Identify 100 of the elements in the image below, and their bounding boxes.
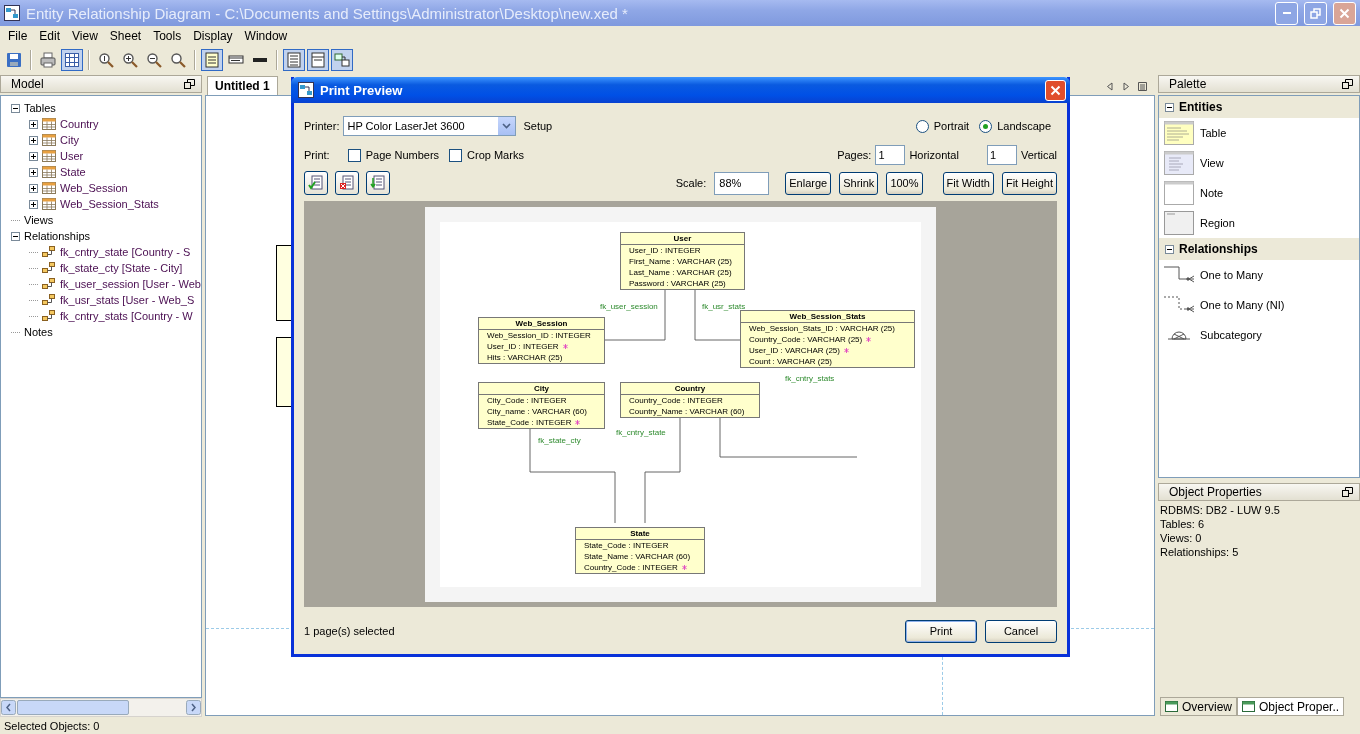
deselect-all-button[interactable] xyxy=(335,171,359,195)
menu-item[interactable]: Edit xyxy=(33,29,67,43)
section-title: Relationships xyxy=(1179,242,1258,256)
window-icon xyxy=(1242,701,1255,712)
tree-connector-line xyxy=(29,315,38,317)
tree-item[interactable]: City xyxy=(60,134,79,146)
tree-connector-line xyxy=(11,331,20,333)
menu-item[interactable]: Sheet xyxy=(103,29,148,43)
menu-item[interactable]: Display xyxy=(187,29,239,43)
tree-connector-line xyxy=(29,251,38,253)
document-tab[interactable]: Untitled 1 xyxy=(207,76,278,95)
palette-item[interactable]: Table xyxy=(1200,127,1227,139)
column-text: State_Code : INTEGER xyxy=(487,417,572,428)
collapse-icon[interactable] xyxy=(11,103,20,113)
dialog-button[interactable]: Cancel xyxy=(985,619,1057,643)
orientation-radio[interactable]: Portrait xyxy=(915,119,970,133)
print-option-checkbox[interactable]: Crop Marks xyxy=(449,148,524,162)
scrollbar-thumb[interactable] xyxy=(17,700,129,715)
tree-connector-line xyxy=(11,219,20,221)
palette-item[interactable]: View xyxy=(1200,157,1224,169)
dialog-button[interactable]: Print xyxy=(905,619,977,643)
horizontal-scrollbar[interactable] xyxy=(0,698,202,717)
tree-item[interactable]: fk_cntry_state [Country - S xyxy=(60,246,191,258)
column-text: Web_Session_ID : INTEGER xyxy=(487,330,591,341)
tree-item[interactable]: Relationships xyxy=(24,230,91,242)
field-label: Print: xyxy=(304,149,330,161)
panel-title: Palette xyxy=(1169,77,1207,91)
orientation-radio[interactable]: Landscape xyxy=(979,119,1051,133)
next-tab-icon xyxy=(1122,81,1130,91)
zoom-button[interactable]: Enlarge xyxy=(785,171,832,195)
palette-item[interactable]: One to Many xyxy=(1200,269,1263,281)
relationship-icon xyxy=(42,246,56,258)
tree-item[interactable]: Tables xyxy=(24,102,56,114)
entity-name: Web_Session xyxy=(479,318,604,330)
relationship-icon xyxy=(42,262,56,274)
pages-field[interactable]: 1 xyxy=(986,145,1017,165)
close-button[interactable] xyxy=(1045,79,1066,101)
tree-item[interactable]: fk_state_cty [State - City] xyxy=(60,262,183,274)
collapse-icon[interactable] xyxy=(11,231,20,241)
table-icon xyxy=(42,118,56,130)
setup-link[interactable]: Setup xyxy=(523,120,553,132)
column-text: User_ID : INTEGER xyxy=(629,245,701,256)
column-text: City_name : VARCHAR (60) xyxy=(487,406,587,417)
toolbar-button[interactable] xyxy=(61,48,83,71)
scale-field[interactable]: 88% xyxy=(714,171,770,195)
diagram-layout-icon xyxy=(334,51,350,68)
fit-button[interactable]: Fit Width xyxy=(942,171,994,195)
zoom-actual-icon xyxy=(98,51,114,68)
menu-item[interactable]: File xyxy=(2,29,34,43)
tree-item[interactable]: Country xyxy=(60,118,99,130)
panel-title: Model xyxy=(11,77,44,91)
tree-item[interactable]: fk_usr_stats [User - Web_S xyxy=(60,294,195,306)
relationship-label: fk_cntry_stats xyxy=(785,374,835,383)
column-text: Country_Name : VARCHAR (60) xyxy=(629,406,745,417)
print-option-checkbox[interactable]: Page Numbers xyxy=(347,148,440,162)
expand-icon[interactable] xyxy=(29,119,38,129)
expand-icon[interactable] xyxy=(29,183,38,193)
tree-item[interactable]: fk_user_session [User - Web xyxy=(59,278,201,290)
zoom-button[interactable]: 100% xyxy=(886,171,923,195)
palette-item[interactable]: Note xyxy=(1200,187,1224,199)
app-icon xyxy=(4,5,20,21)
window-icon xyxy=(1165,701,1178,712)
unchecked-list-icon xyxy=(339,175,355,191)
one-to-many-line-icon xyxy=(1164,265,1194,285)
fit-button[interactable]: Fit Height xyxy=(1001,171,1057,195)
collapse-icon[interactable] xyxy=(1165,102,1174,112)
zoom-out-icon xyxy=(146,51,162,68)
menu-item[interactable]: Tools xyxy=(147,29,188,43)
tree-item[interactable]: fk_cntry_stats [Country - W xyxy=(60,310,193,322)
expand-icon[interactable] xyxy=(29,151,38,161)
relationship-label: fk_state_cty xyxy=(538,436,581,445)
palette-item[interactable]: Region xyxy=(1200,217,1235,229)
column-text: Country_Code : VARCHAR (25) xyxy=(749,334,863,345)
collapse-icon[interactable] xyxy=(1165,244,1174,254)
expand-icon[interactable] xyxy=(29,135,38,145)
toolbar-button[interactable] xyxy=(331,48,353,71)
expand-icon[interactable] xyxy=(29,199,38,209)
palette-item[interactable]: Subcategory xyxy=(1200,329,1262,341)
field-label: Horizontal xyxy=(909,149,959,161)
menu-item[interactable]: Window xyxy=(238,29,294,43)
table-detail-icon xyxy=(204,51,220,68)
tree-item[interactable]: Notes xyxy=(24,326,53,338)
pages-field[interactable]: 1 xyxy=(875,145,906,165)
tree-item[interactable]: Web_Session_Stats xyxy=(60,198,159,210)
zoom-button[interactable]: Shrink xyxy=(839,171,879,195)
palette-item[interactable]: One to Many (NI) xyxy=(1200,299,1285,311)
tree-item[interactable]: State xyxy=(60,166,86,178)
field-label: Scale: xyxy=(675,177,707,189)
invert-selection-button[interactable] xyxy=(366,171,390,195)
scroll-left-icon xyxy=(1,700,16,715)
menu-item[interactable]: View xyxy=(66,29,104,43)
tree-item[interactable]: Web_Session xyxy=(60,182,128,194)
printer-select[interactable]: HP Color LaserJet 3600 xyxy=(343,116,517,136)
panel-tab[interactable]: Overview xyxy=(1160,697,1237,716)
panel-tab[interactable]: Object Proper.. xyxy=(1237,697,1345,716)
tree-item[interactable]: Views xyxy=(24,214,54,226)
expand-icon[interactable] xyxy=(29,167,38,177)
select-all-button[interactable] xyxy=(304,171,328,195)
tree-item[interactable]: User xyxy=(60,150,84,162)
column-text: Last_Name : VARCHAR (25) xyxy=(629,267,732,278)
